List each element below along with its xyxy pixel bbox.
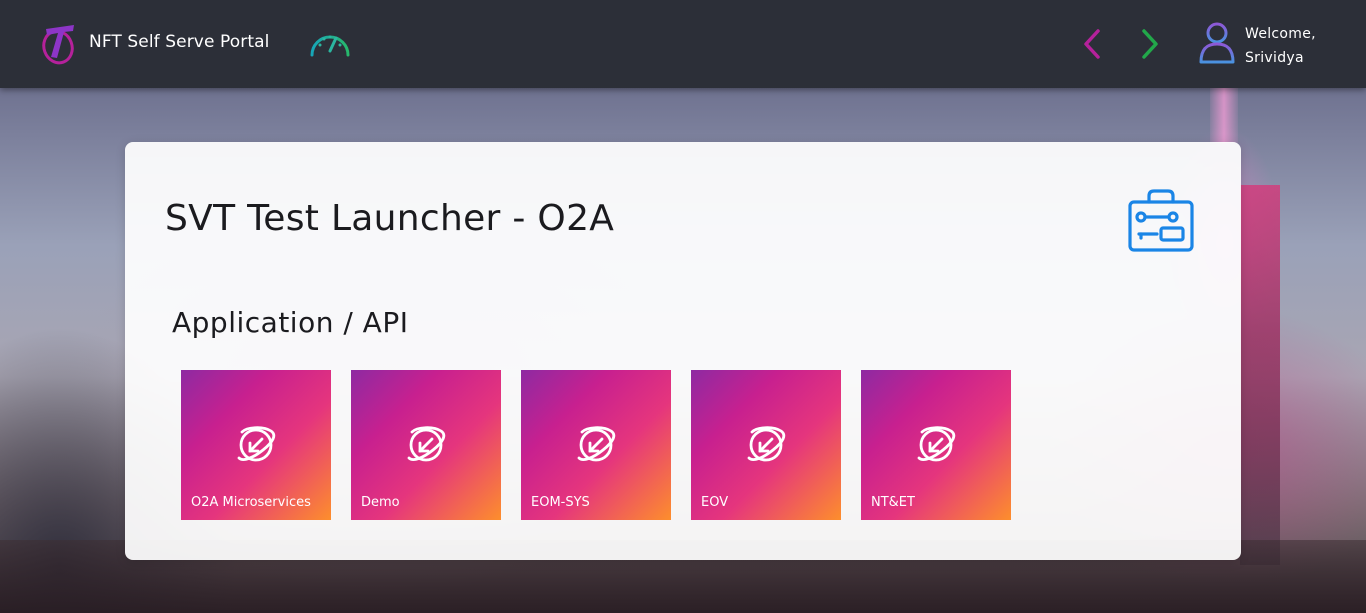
top-header: NFT Self Serve Portal Welcome, Srividya [0,0,1366,88]
user-avatar-icon[interactable] [1197,20,1237,66]
toolkit-icon [1125,186,1197,256]
tile-eov[interactable]: EOV [691,370,841,520]
speedometer-icon[interactable] [307,25,353,61]
planet-link-icon [573,422,619,468]
planet-link-icon [913,422,959,468]
tile-nt-et[interactable]: NT&ET [861,370,1011,520]
app-title: NFT Self Serve Portal [89,32,270,52]
tile-label: EOM-SYS [531,495,590,510]
user-name: Srividya [1245,50,1304,66]
tile-o2a-microservices[interactable]: O2A Microservices [181,370,331,520]
chevron-left-icon[interactable] [1078,27,1106,61]
tile-label: EOV [701,495,729,510]
page-title: SVT Test Launcher - O2A [165,198,615,239]
planet-link-icon [743,422,789,468]
tile-eom-sys[interactable]: EOM-SYS [521,370,671,520]
planet-link-icon [403,422,449,468]
telstra-logo-icon[interactable] [40,20,80,66]
planet-link-icon [233,422,279,468]
tile-label: O2A Microservices [191,495,311,510]
tile-label: NT&ET [871,495,915,510]
welcome-label: Welcome, [1245,26,1316,42]
tile-demo[interactable]: Demo [351,370,501,520]
tile-label: Demo [361,495,400,510]
background-light-pole [1210,88,1238,143]
application-tiles: O2A Microservices Demo EOM-SYS EOV NT&ET [181,370,1021,520]
launcher-card: SVT Test Launcher - O2A Application / AP… [125,142,1241,560]
section-title: Application / API [172,306,409,339]
welcome-message: Welcome, Srividya [1245,22,1316,70]
background-phone-booth [1240,185,1280,565]
chevron-right-icon[interactable] [1136,27,1164,61]
